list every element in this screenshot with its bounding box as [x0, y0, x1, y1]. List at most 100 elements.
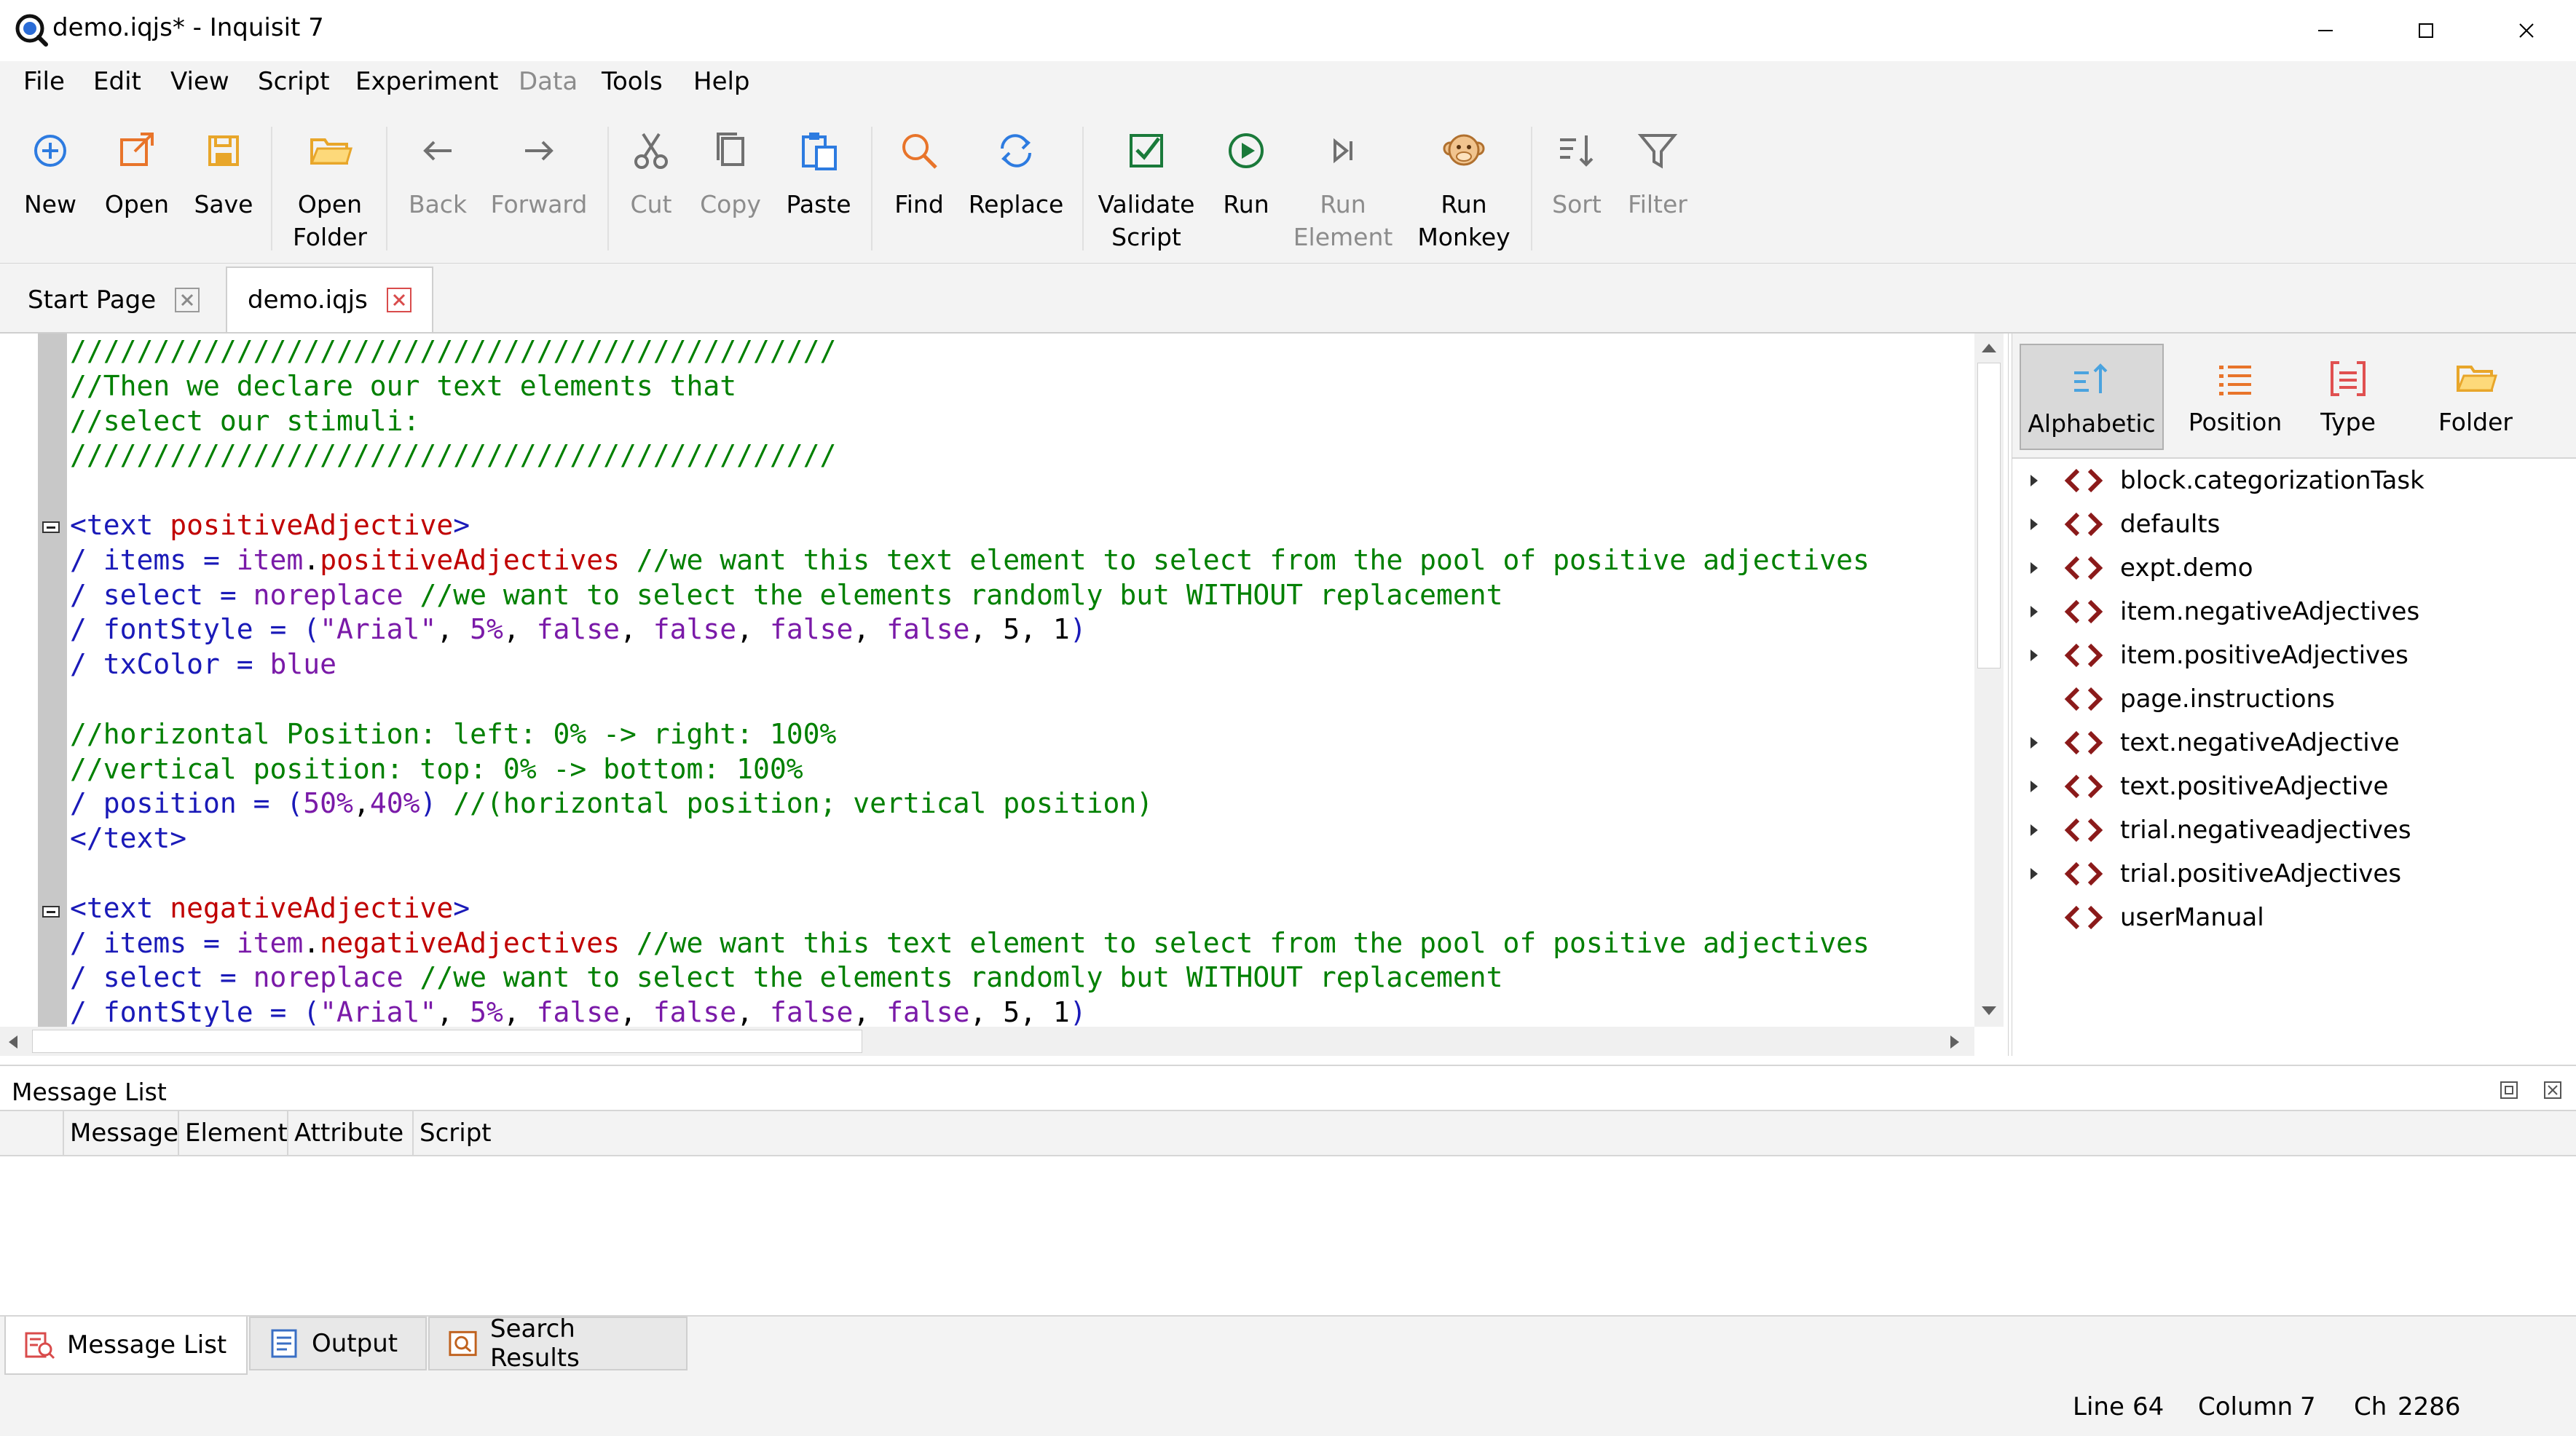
new-button[interactable]: New [16, 121, 84, 259]
outline-item[interactable]: text.positiveAdjective [2020, 765, 2388, 808]
tab-output[interactable]: Output [249, 1317, 427, 1370]
sort-type-button[interactable]: Type [2298, 344, 2398, 450]
outline-item[interactable]: trial.negativeadjectives [2020, 808, 2411, 852]
code-line[interactable]: / txColor = blue [70, 647, 336, 682]
code-editor[interactable]: ////////////////////////////////////////… [0, 334, 2009, 1056]
code-line[interactable]: ////////////////////////////////////////… [70, 334, 836, 368]
sort-alphabetic-button[interactable]: Alphabetic [2020, 344, 2164, 450]
code-line[interactable]: <text negativeAdjective> [70, 891, 470, 926]
open-folder-button[interactable]: Open Folder [285, 121, 374, 259]
paste-button[interactable]: Paste [781, 121, 856, 259]
sort-folder-button[interactable]: Folder [2410, 344, 2541, 450]
code-token: 5% [470, 996, 503, 1027]
expand-arrow-icon[interactable] [2020, 778, 2049, 794]
tab-message-list[interactable]: Message List [4, 1317, 248, 1375]
cut-button[interactable]: Cut [621, 121, 682, 259]
expand-arrow-icon[interactable] [2020, 560, 2049, 576]
sort-button[interactable]: Sort [1544, 121, 1610, 259]
outline-item[interactable]: userManual [2020, 896, 2264, 939]
horizontal-scroll-thumb[interactable] [32, 1030, 862, 1053]
menu-view[interactable]: View [170, 67, 229, 96]
code-line[interactable]: <text positiveAdjective> [70, 508, 470, 543]
code-line[interactable]: / items = item.negativeAdjectives //we w… [70, 926, 1870, 960]
menu-edit[interactable]: Edit [93, 67, 141, 96]
fold-toggle-icon[interactable] [42, 906, 60, 918]
code-line[interactable]: //Then we declare our text elements that [70, 368, 736, 403]
bottom-tab-strip: Message List Output Search Results [0, 1314, 2576, 1378]
close-tab-icon[interactable] [386, 288, 411, 312]
scroll-up-arrow-icon[interactable] [1980, 341, 1998, 355]
code-token: ////////////////////////////////////////… [70, 335, 837, 367]
code-line[interactable]: //vertical position: top: 0% -> bottom: … [70, 751, 803, 786]
run-element-button[interactable]: Run Element [1293, 121, 1393, 259]
menu-file[interactable]: File [23, 67, 65, 96]
menu-data[interactable]: Data [519, 67, 578, 96]
back-button[interactable]: Back [403, 121, 472, 259]
replace-button[interactable]: Replace [969, 121, 1063, 259]
column-attribute[interactable]: Attribute [287, 1111, 415, 1155]
expand-arrow-icon[interactable] [2020, 735, 2049, 751]
expand-arrow-icon[interactable] [2020, 822, 2049, 838]
code-line[interactable]: / items = item.positiveAdjectives //we w… [70, 543, 1870, 577]
expand-arrow-icon[interactable] [2020, 647, 2049, 663]
minimize-button[interactable] [2275, 0, 2376, 61]
editor-vertical-scrollbar[interactable] [1974, 334, 2004, 1027]
expand-arrow-icon[interactable] [2020, 866, 2049, 882]
maximize-button[interactable] [2376, 0, 2476, 61]
forward-button[interactable]: Forward [489, 121, 588, 259]
scroll-right-arrow-icon[interactable] [1947, 1034, 1962, 1050]
code-line[interactable]: //horizontal Position: left: 0% -> right… [70, 717, 836, 751]
outline-item[interactable]: page.instructions [2020, 677, 2335, 721]
scroll-left-arrow-icon[interactable] [6, 1034, 20, 1050]
run-monkey-button[interactable]: Run Monkey [1413, 121, 1515, 259]
expand-arrow-icon[interactable] [2020, 604, 2049, 620]
fold-toggle-icon[interactable] [42, 521, 60, 533]
outline-item[interactable]: expt.demo [2020, 546, 2253, 590]
code-line[interactable]: / select = noreplace //we want to select… [70, 577, 1503, 612]
tab-start-page[interactable]: Start Page [7, 268, 221, 332]
outline-item[interactable]: block.categorizationTask [2020, 459, 2425, 502]
open-button[interactable]: Open [101, 121, 173, 259]
code-token: negativeAdjective [170, 891, 454, 924]
column-script[interactable]: Script [412, 1111, 514, 1155]
code-line[interactable]: //select our stimuli: [70, 403, 420, 438]
validate-script-button[interactable]: Validate Script [1095, 121, 1197, 259]
scroll-down-arrow-icon[interactable] [1980, 1003, 1998, 1018]
sort-position-button[interactable]: Position [2174, 344, 2296, 450]
outline-item[interactable]: trial.positiveAdjectives [2020, 852, 2401, 896]
copy-button[interactable]: Copy [696, 121, 765, 259]
code-line[interactable]: / fontStyle = ("Arial", 5%, false, false… [70, 995, 1087, 1027]
code-line[interactable]: / select = noreplace //we want to select… [70, 960, 1503, 995]
code-line[interactable]: / position = (50%,40%) //(horizontal pos… [70, 786, 1153, 821]
tab-search-results[interactable]: Search Results [428, 1314, 688, 1373]
find-button[interactable]: Find [884, 121, 954, 259]
code-line[interactable]: / fontStyle = ("Arial", 5%, false, false… [70, 612, 1087, 647]
column-message[interactable]: Message [63, 1111, 178, 1155]
close-window-button[interactable] [2476, 0, 2576, 61]
run-button[interactable]: Run [1213, 121, 1279, 259]
column-element[interactable]: Element [178, 1111, 290, 1155]
expand-arrow-icon[interactable] [2020, 473, 2049, 489]
type-bracket-icon [2331, 361, 2366, 396]
outline-item[interactable]: item.positiveAdjectives [2020, 634, 2408, 677]
editor-horizontal-scrollbar[interactable] [0, 1027, 1974, 1056]
code-text-area[interactable]: ////////////////////////////////////////… [70, 334, 1963, 1027]
menu-script[interactable]: Script [258, 67, 330, 96]
code-line[interactable]: ////////////////////////////////////////… [70, 438, 836, 473]
code-line[interactable]: </text> [70, 821, 186, 856]
save-button[interactable]: Save [188, 121, 259, 259]
tab-demo-iqjs[interactable]: demo.iqjs [226, 267, 433, 332]
outline-item[interactable]: item.negativeAdjectives [2020, 590, 2419, 634]
menu-tools[interactable]: Tools [602, 67, 663, 96]
vertical-scroll-thumb[interactable] [1977, 363, 2001, 668]
outline-item[interactable]: text.negativeAdjective [2020, 721, 2400, 765]
outline-item[interactable]: defaults [2020, 502, 2220, 546]
code-token: false [769, 996, 854, 1027]
expand-arrow-icon[interactable] [2020, 516, 2049, 532]
close-panel-icon[interactable] [2542, 1079, 2564, 1101]
close-tab-icon[interactable] [175, 288, 200, 312]
filter-button[interactable]: Filter [1623, 121, 1693, 259]
menu-experiment[interactable]: Experiment [355, 67, 498, 96]
menu-help[interactable]: Help [693, 67, 750, 96]
float-panel-icon[interactable] [2498, 1079, 2520, 1101]
